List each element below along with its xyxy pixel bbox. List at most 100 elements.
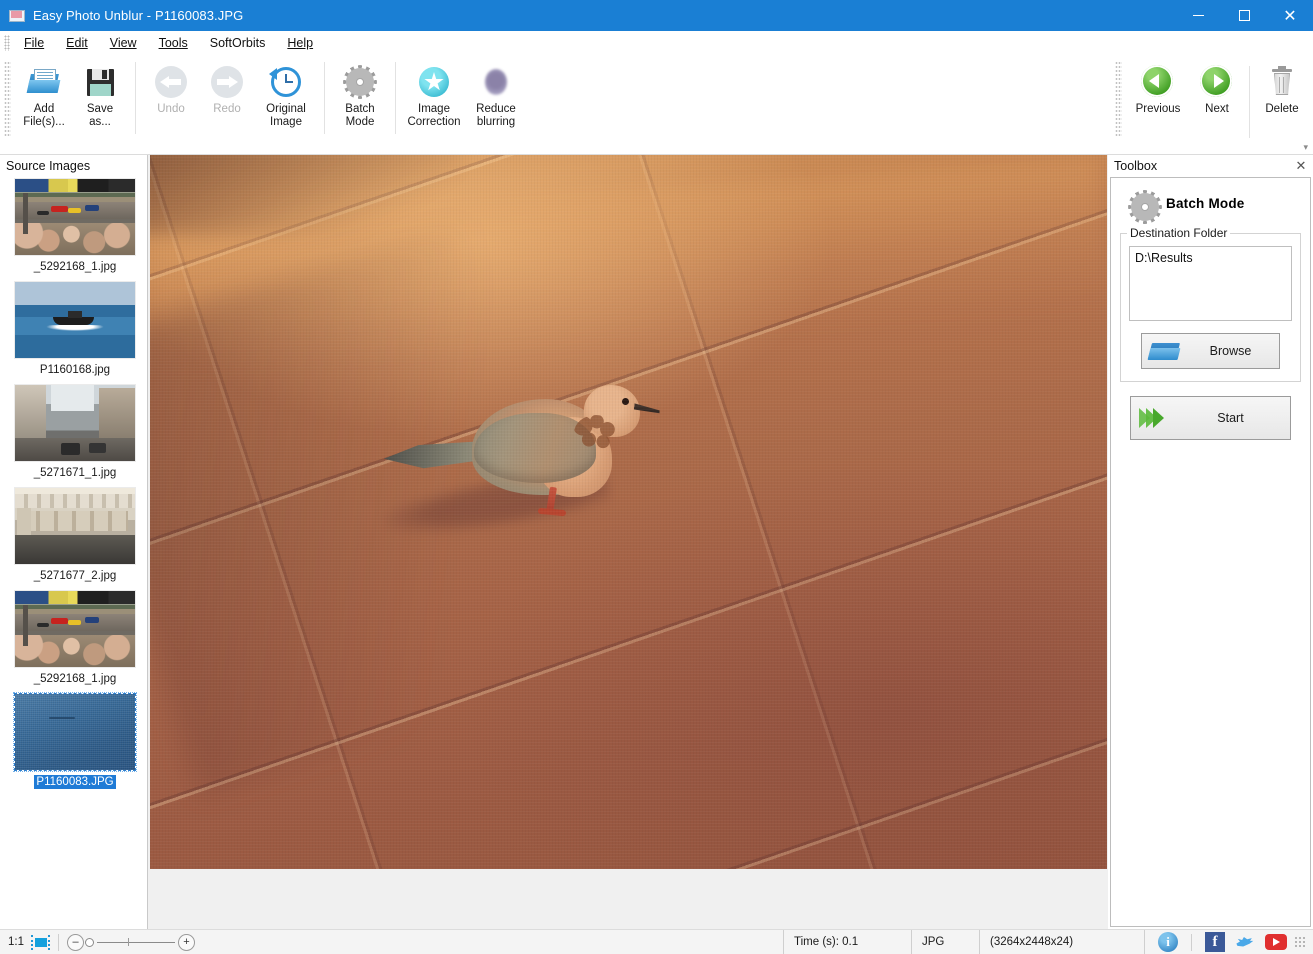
zoom-out-button[interactable]: – <box>67 933 84 951</box>
previous-label: Previous <box>1135 103 1181 115</box>
image-correction-button[interactable]: Image Correction <box>403 59 465 137</box>
menu-item-softorbits[interactable]: SoftOrbits <box>199 33 277 53</box>
undo-label: Undo <box>157 103 185 115</box>
menu-item-edit[interactable]: Edit <box>55 33 99 53</box>
toolbar-separator-1 <box>135 62 136 134</box>
previous-icon-wrap <box>1141 65 1175 99</box>
list-item[interactable]: _5271677_2.jpg <box>2 487 147 590</box>
destination-folder-legend: Destination Folder <box>1130 226 1228 240</box>
toolbar-group-nav: Previous Next Delete <box>1124 55 1313 141</box>
next-button[interactable]: Next <box>1189 59 1245 137</box>
image-correction-icon <box>417 65 451 99</box>
thumbnail-image[interactable] <box>13 692 137 772</box>
thumbnail-filename: P1160083.JPG <box>34 775 116 789</box>
toolbar-drag-grip[interactable] <box>4 61 11 137</box>
navigation-drag-grip[interactable] <box>1115 61 1122 137</box>
undo-button[interactable]: Undo <box>143 59 199 137</box>
menu-item-view[interactable]: View <box>99 33 148 53</box>
thumbnail-image[interactable] <box>14 487 136 565</box>
toolbox-title-label: Toolbox <box>1114 159 1158 173</box>
batch-mode-gear-icon <box>343 65 377 99</box>
batch-mode-panel: Batch Mode Destination Folder D:\Results… <box>1110 177 1311 927</box>
original-image-button[interactable]: Original Image <box>255 59 317 137</box>
source-images-list[interactable]: _5292168_1.jpg P1160168.jpg _5271671_1.j… <box>0 178 147 929</box>
thumbnail-filename: _5271671_1.jpg <box>33 467 117 479</box>
toolbar-expand-icon[interactable]: ▾ <box>1303 143 1308 152</box>
list-item[interactable]: _5292168_1.jpg <box>2 590 147 693</box>
info-icon[interactable]: i <box>1158 932 1178 952</box>
toolbar-separator-4 <box>1249 66 1250 138</box>
menu-item-help[interactable]: Help <box>276 33 324 53</box>
toolbox-panel: Toolbox ✕ Batch Mode Destination Folder … <box>1108 155 1313 929</box>
youtube-icon[interactable] <box>1265 934 1287 950</box>
save-as-button[interactable]: Save as... <box>72 59 128 137</box>
zoom-slider-thumb[interactable] <box>85 937 94 947</box>
zoom-slider[interactable]: – + <box>67 933 195 951</box>
menu-edit-label: Edit <box>66 35 88 50</box>
delete-trash-icon <box>1265 65 1299 99</box>
menu-item-tools[interactable]: Tools <box>148 33 199 53</box>
social-links: i f <box>1144 929 1313 954</box>
original-image-label: Original Image <box>266 103 306 128</box>
minimize-button[interactable] <box>1175 0 1221 31</box>
reduce-blurring-button[interactable]: Reduce blurring <box>465 59 527 137</box>
facebook-icon[interactable]: f <box>1205 932 1225 952</box>
start-button[interactable]: Start <box>1130 396 1291 440</box>
status-dimensions: (3264x2448x24) <box>979 929 1144 954</box>
destination-path-field[interactable]: D:\Results <box>1129 246 1292 321</box>
menu-tools-label: Tools <box>158 35 188 50</box>
thumbnail-filename: P1160168.jpg <box>39 364 111 376</box>
batch-mode-button[interactable]: Batch Mode <box>332 59 388 137</box>
menu-drag-grip[interactable] <box>4 34 10 51</box>
menu-help-label: Help <box>287 35 314 50</box>
batch-mode-title: Batch Mode <box>1166 195 1245 211</box>
menu-softorbits-label: SoftOrbits <box>209 35 266 50</box>
redo-label: Redo <box>213 103 241 115</box>
thumbnail-image[interactable] <box>14 384 136 462</box>
fit-to-window-icon[interactable] <box>31 934 50 950</box>
status-time: Time (s): 0.1 <box>783 929 911 954</box>
add-files-label: Add File(s)... <box>23 103 65 128</box>
list-item[interactable]: _5292168_1.jpg <box>2 178 147 281</box>
minimize-icon <box>1192 15 1204 16</box>
browse-button[interactable]: Browse <box>1141 333 1280 369</box>
maximize-button[interactable] <box>1221 0 1267 31</box>
list-item-selected[interactable]: P1160083.JPG <box>2 692 147 796</box>
list-item[interactable]: _5271671_1.jpg <box>2 384 147 487</box>
undo-icon <box>154 65 188 99</box>
source-images-panel: Source Images _5292168_1.jpg P1160168.jp… <box>0 155 148 929</box>
thumbnail-image[interactable] <box>14 178 136 256</box>
toolbox-close-icon[interactable]: ✕ <box>1293 158 1309 174</box>
list-item[interactable]: P1160168.jpg <box>2 281 147 384</box>
toolbar-group-history: Undo Redo Original Image <box>140 55 320 141</box>
status-separator <box>58 933 59 951</box>
toolbar-group-file: Add File(s)... Save as... <box>13 55 131 141</box>
image-canvas-area[interactable] <box>148 155 1108 929</box>
redo-button[interactable]: Redo <box>199 59 255 137</box>
zoom-ratio-label[interactable]: 1:1 <box>8 936 24 948</box>
twitter-icon[interactable] <box>1235 932 1255 952</box>
zoom-slider-track[interactable] <box>97 937 175 946</box>
image-viewport[interactable] <box>150 155 1107 869</box>
thumbnail-filename: _5271677_2.jpg <box>33 570 117 582</box>
reduce-blurring-label: Reduce blurring <box>476 103 516 128</box>
zoom-in-button[interactable]: + <box>178 933 195 951</box>
menu-view-label: View <box>109 35 137 50</box>
batch-mode-header: Batch Mode <box>1128 190 1301 224</box>
folder-icon <box>1147 338 1182 364</box>
thumbnail-filename: _5292168_1.jpg <box>33 673 117 685</box>
previous-button[interactable]: Previous <box>1127 59 1189 137</box>
delete-button[interactable]: Delete <box>1254 59 1310 137</box>
title-bar: Easy Photo Unblur - P1160083.JPG ✕ <box>0 0 1313 31</box>
menu-item-file[interactable]: File <box>13 33 55 53</box>
toolbar-separator-3 <box>395 62 396 134</box>
resize-grip[interactable] <box>1294 936 1306 948</box>
status-bar: 1:1 – + Time (s): 0.1 JPG (3264x2448x24)… <box>0 929 1313 954</box>
save-as-label: Save as... <box>86 103 114 128</box>
close-button[interactable]: ✕ <box>1267 0 1313 31</box>
batch-mode-label: Batch Mode <box>345 103 375 128</box>
add-files-button[interactable]: Add File(s)... <box>16 59 72 137</box>
next-icon <box>1200 65 1232 97</box>
thumbnail-image[interactable] <box>14 590 136 668</box>
thumbnail-image[interactable] <box>14 281 136 359</box>
